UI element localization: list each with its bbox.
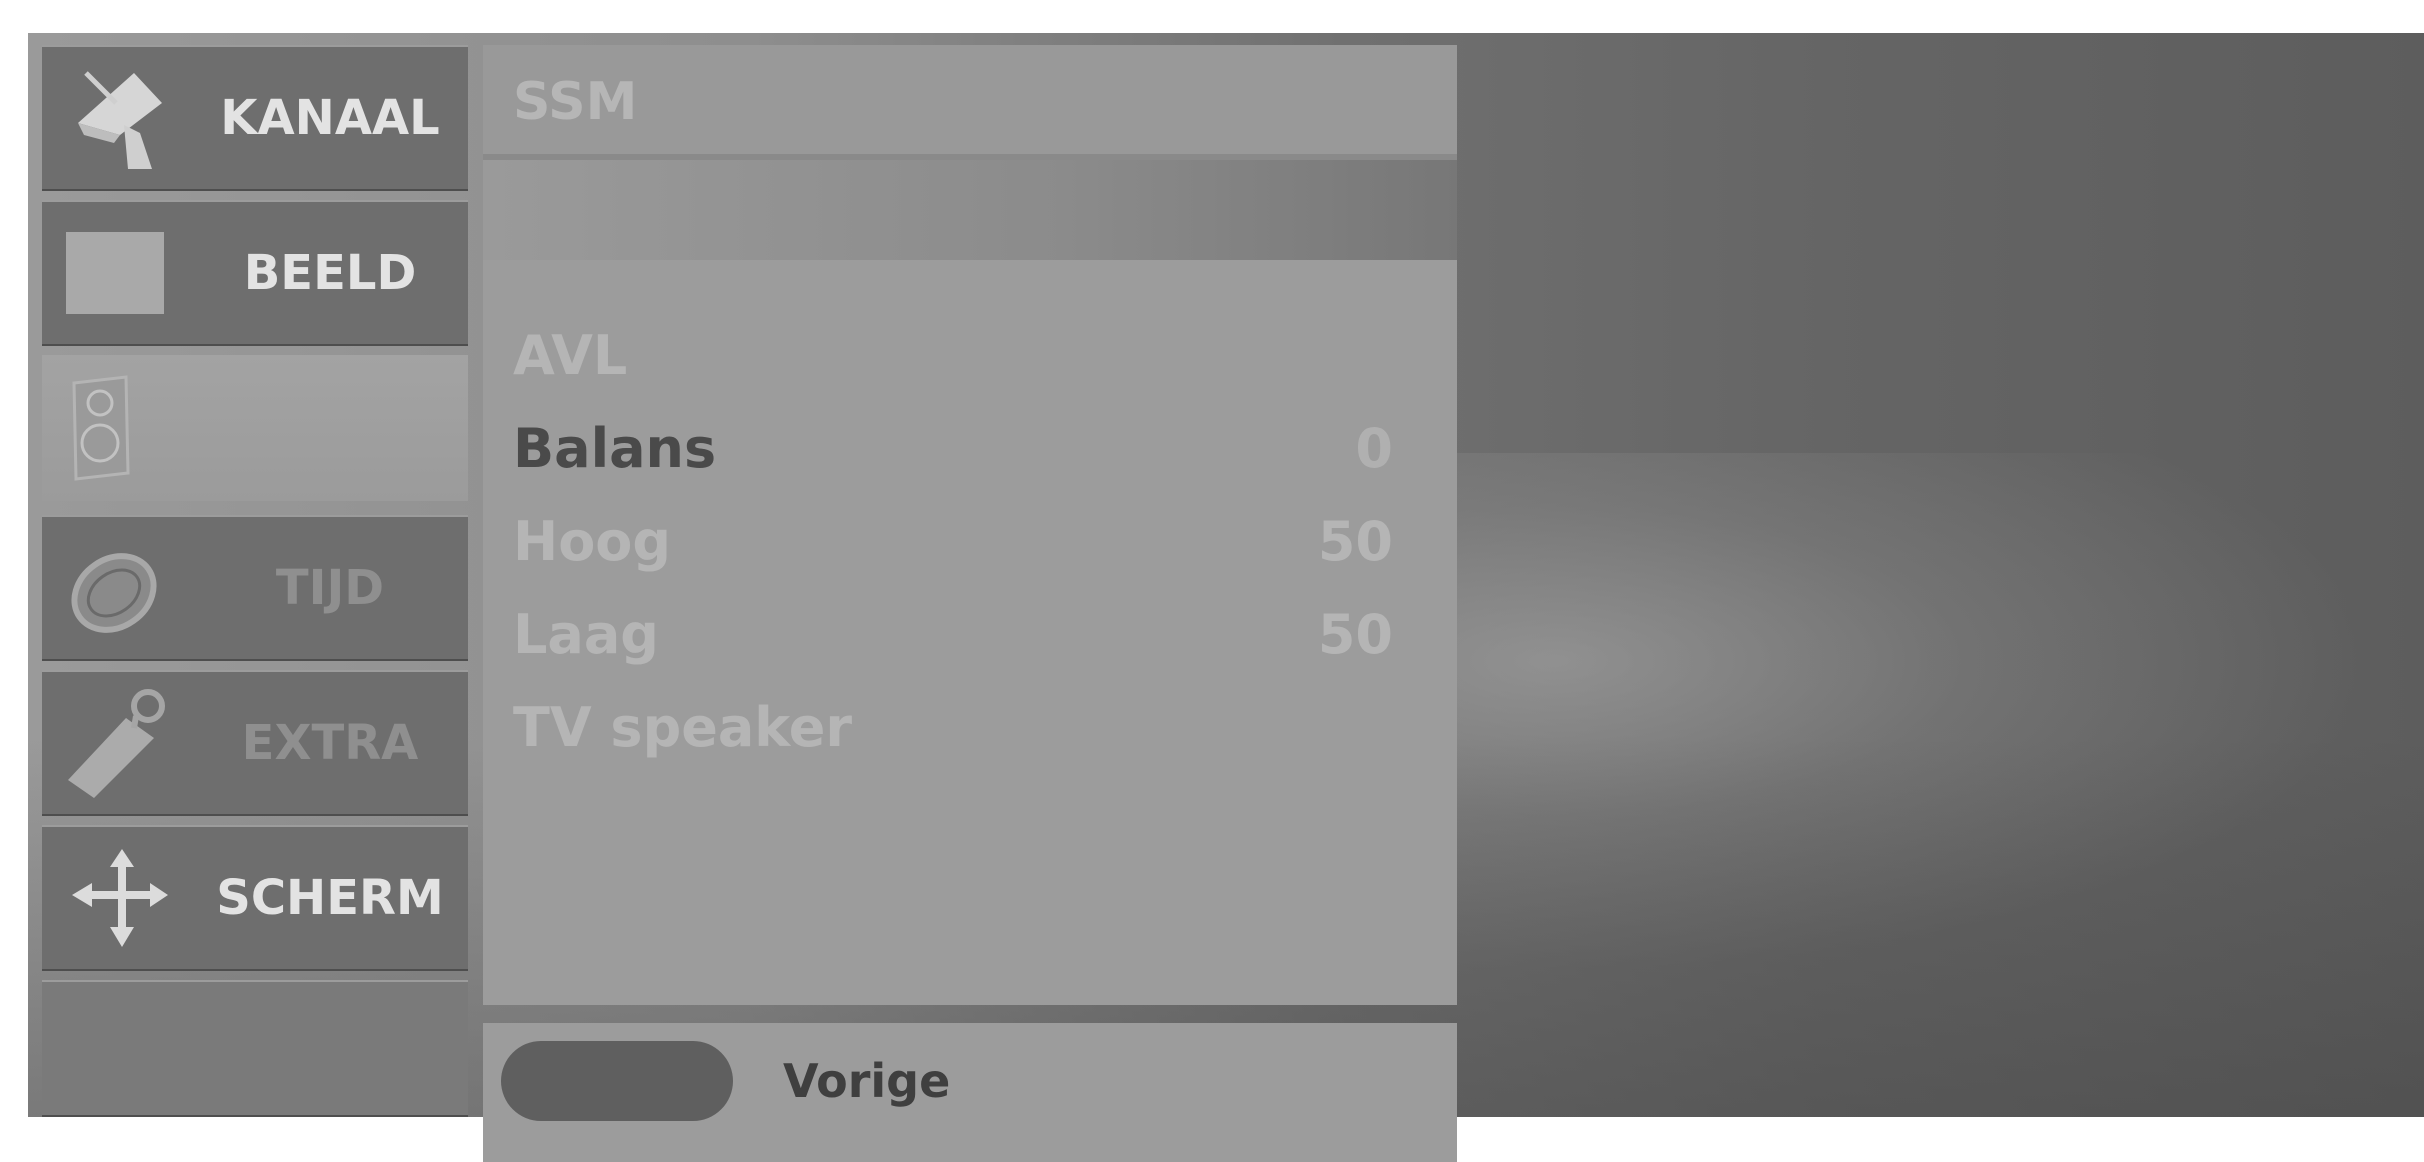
- menu-item-value: 50: [1317, 510, 1393, 573]
- tag-icon: [68, 689, 165, 798]
- picture-square-icon: [66, 232, 164, 314]
- sidebar-item-beeld[interactable]: BEELD: [42, 200, 468, 346]
- menu-item-avl[interactable]: AVL: [513, 310, 1393, 402]
- menu-item-value: 50: [1317, 603, 1393, 666]
- submenu-spacer: [483, 160, 1457, 260]
- menu-item-label: Balans: [513, 417, 717, 480]
- menu-item-hoog[interactable]: Hoog 50: [513, 496, 1393, 588]
- sidebar-item-label: EXTRA: [241, 715, 419, 771]
- menu-item-label: Laag: [513, 603, 659, 666]
- sidebar-item-label: KANAAL: [220, 90, 440, 146]
- submenu-footer: Vorige: [483, 1023, 1457, 1162]
- clock-icon: [71, 553, 157, 633]
- sidebar-item-kanaal[interactable]: KANAAL: [42, 45, 468, 191]
- remote-key-button[interactable]: [501, 1041, 733, 1121]
- sidebar-item-label: [192, 355, 468, 501]
- sidebar-item-label: SCHERM: [216, 870, 444, 926]
- menu-item-laag[interactable]: Laag 50: [513, 589, 1393, 681]
- menu-item-label: AVL: [513, 324, 628, 387]
- menu-item-value: 0: [1355, 417, 1393, 480]
- menu-item-balans[interactable]: Balans 0: [513, 403, 1393, 495]
- speaker-icon: [72, 375, 130, 481]
- back-label: Vorige: [783, 1054, 951, 1108]
- sidebar-item-geluid[interactable]: [42, 355, 468, 501]
- move-arrows-icon: [72, 849, 168, 947]
- menu-item-label: Hoog: [513, 510, 672, 573]
- submenu-title: SSM: [513, 72, 638, 132]
- sidebar-item-extra[interactable]: EXTRA: [42, 670, 468, 816]
- sidebar-item-label: BEELD: [243, 245, 417, 301]
- sidebar-item-label: TIJD: [275, 560, 385, 616]
- submenu-list: AVL Balans 0 Hoog 50 Laag 50 TV speaker: [483, 260, 1457, 1005]
- menu-item-tv-speaker[interactable]: TV speaker: [513, 682, 1393, 774]
- satellite-dish-icon: [78, 71, 162, 169]
- sidebar-item-tijd[interactable]: TIJD: [42, 515, 468, 661]
- sidebar-item-scherm[interactable]: SCHERM: [42, 825, 468, 971]
- submenu-header[interactable]: SSM: [483, 45, 1457, 160]
- ssm-submenu-panel: SSM AVL Balans 0 Hoog 50 Laag 50 TV spea…: [483, 45, 1457, 1162]
- menu-item-label: TV speaker: [513, 696, 853, 759]
- sidebar-empty-slot: [42, 980, 468, 1117]
- osd-main-menu: KANAAL BEELD TIJD EXTRA SCHERM: [42, 45, 468, 1117]
